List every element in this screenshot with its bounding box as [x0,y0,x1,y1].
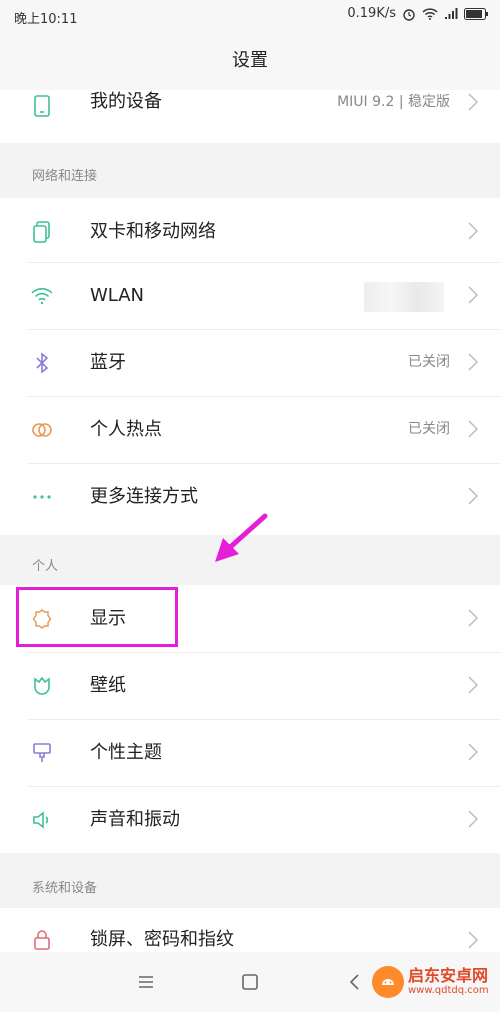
phone-icon [34,95,50,117]
chevron-right-icon [468,222,478,240]
settings-item-value: MIUI 9.2 | 稳定版 [337,94,450,110]
status-bar: 晚上10:11 0.19K/s [0,0,500,32]
alarm-icon [403,8,415,21]
watermark-text: 启东安卓网 www.qdtdq.com [408,967,489,997]
settings-item-label: 更多连接方式 [90,486,198,507]
settings-item-label: 锁屏、密码和指纹 [90,929,234,950]
settings-item-label: 蓝牙 [90,352,126,373]
section-title: 系统和设备 [32,881,98,896]
device-group: 我的设备 MIUI 9.2 | 稳定版 [0,90,500,143]
more-dots-icon [33,495,51,499]
settings-item-dual-sim[interactable]: 双卡和移动网络 [0,198,500,265]
settings-item-hotspot[interactable]: 个人热点 已关闭 [0,396,500,463]
settings-item-lock-screen[interactable]: 锁屏、密码和指纹 [0,908,500,952]
settings-item-label: 个人热点 [90,419,162,440]
wlan-name-redacted [364,282,444,312]
page-title: 设置 [232,50,268,71]
signal-icon [445,7,458,19]
settings-item-bluetooth[interactable]: 蓝牙 已关闭 [0,329,500,396]
section-title: 个人 [32,559,59,574]
network-speed: 0.19K/s [347,6,396,21]
settings-item-sound[interactable]: 声音和振动 [0,786,500,853]
chevron-right-icon [468,743,478,761]
wifi-icon [422,7,438,20]
settings-item-value: 已关闭 [408,421,450,437]
title-bar: 设置 [0,32,500,90]
section-header-network: 网络和连接 [0,143,500,198]
lock-icon [34,930,50,950]
settings-item-value: 已关闭 [408,354,450,370]
site-watermark: 启东安卓网 www.qdtdq.com [372,966,489,998]
settings-item-label: 我的设备 [90,91,162,112]
settings-item-label: 双卡和移动网络 [90,221,216,242]
settings-item-label: WLAN [90,285,145,306]
chevron-right-icon [468,487,478,505]
watermark-logo-icon [372,966,404,998]
status-icons: 0.19K/s [347,6,488,21]
wifi-icon [31,288,53,305]
settings-item-label: 个性主题 [90,742,162,763]
battery-icon [464,7,488,20]
chevron-right-icon [468,93,478,111]
section-title: 网络和连接 [32,169,98,184]
watermark-url: www.qdtdq.com [408,985,489,996]
chevron-right-icon [468,286,478,304]
settings-item-themes[interactable]: 个性主题 [0,719,500,786]
settings-item-my-device[interactable]: 我的设备 MIUI 9.2 | 稳定版 [0,90,500,143]
chevron-right-icon [468,676,478,694]
system-group: 锁屏、密码和指纹 [0,908,500,952]
section-header-system: 系统和设备 [0,853,500,908]
chevron-right-icon [468,609,478,627]
sim-card-icon [33,221,50,243]
network-group: 双卡和移动网络 WLAN 蓝牙 已关闭 个人热点 已关闭 更多连接方式 [0,198,500,535]
chevron-right-icon [468,931,478,949]
status-time: 晚上10:11 [14,12,78,27]
speaker-icon [33,811,49,829]
chevron-right-icon [468,353,478,371]
watermark-name: 启东安卓网 [408,966,489,985]
bluetooth-icon [36,352,49,374]
chevron-right-icon [468,420,478,438]
pointer-arrow-icon [215,513,268,562]
highlight-box [16,587,178,647]
menu-icon[interactable] [133,969,159,995]
settings-item-label: 壁纸 [90,675,126,696]
hotspot-icon [32,423,52,437]
settings-item-wallpaper[interactable]: 壁纸 [0,652,500,719]
wallpaper-tulip-icon [34,676,50,695]
chevron-right-icon [468,810,478,828]
paint-brush-icon [33,743,51,762]
settings-item-label: 声音和振动 [90,809,180,830]
back-icon[interactable] [342,969,368,995]
home-icon[interactable] [237,969,263,995]
